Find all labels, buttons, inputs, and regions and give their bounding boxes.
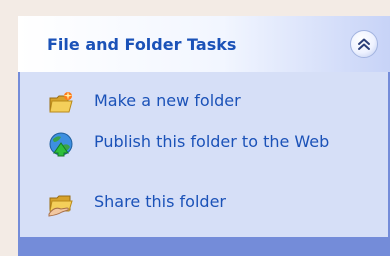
task-panel-body: Make a new folder Publish this folder to…: [20, 72, 388, 237]
double-chevron-up-icon: [358, 38, 370, 50]
task-label: Share this folder: [94, 192, 226, 211]
task-publish-folder-web[interactable]: Publish this folder to the Web: [48, 131, 339, 157]
task-panel-header[interactable]: File and Folder Tasks: [18, 16, 390, 72]
collapse-button[interactable]: [350, 30, 378, 58]
task-share-folder[interactable]: Share this folder: [48, 191, 339, 217]
share-folder-icon: [48, 195, 73, 217]
publish-web-icon: [49, 132, 73, 157]
task-label: Publish this folder to the Web: [94, 132, 330, 151]
new-folder-icon: [49, 91, 73, 113]
task-make-new-folder[interactable]: Make a new folder: [48, 90, 339, 116]
panel-title: File and Folder Tasks: [47, 35, 237, 54]
task-label: Make a new folder: [94, 91, 241, 110]
